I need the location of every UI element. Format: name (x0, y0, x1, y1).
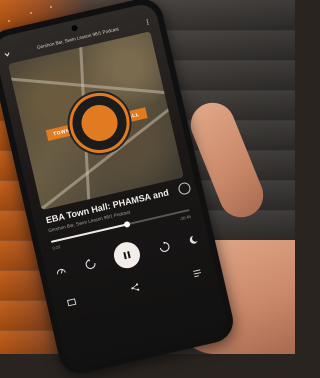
pause-icon (123, 251, 131, 260)
episode-artwork: TOWN HALL (7, 31, 184, 211)
cast-icon[interactable] (66, 296, 77, 307)
chevron-down-icon[interactable] (3, 50, 11, 58)
pause-button[interactable] (111, 239, 143, 271)
progress-knob[interactable] (123, 220, 131, 228)
sleep-timer-icon[interactable] (187, 234, 199, 246)
share-icon[interactable] (129, 282, 140, 293)
forward-icon[interactable] (157, 240, 170, 253)
time-remaining: -35:45 (179, 213, 192, 222)
town-hall-logo (63, 86, 136, 159)
time-elapsed: 0:23 (51, 244, 61, 251)
speed-icon[interactable] (55, 264, 67, 276)
rewind-icon[interactable] (83, 257, 96, 270)
queue-icon[interactable] (192, 267, 203, 278)
more-vertical-icon[interactable] (144, 18, 150, 26)
